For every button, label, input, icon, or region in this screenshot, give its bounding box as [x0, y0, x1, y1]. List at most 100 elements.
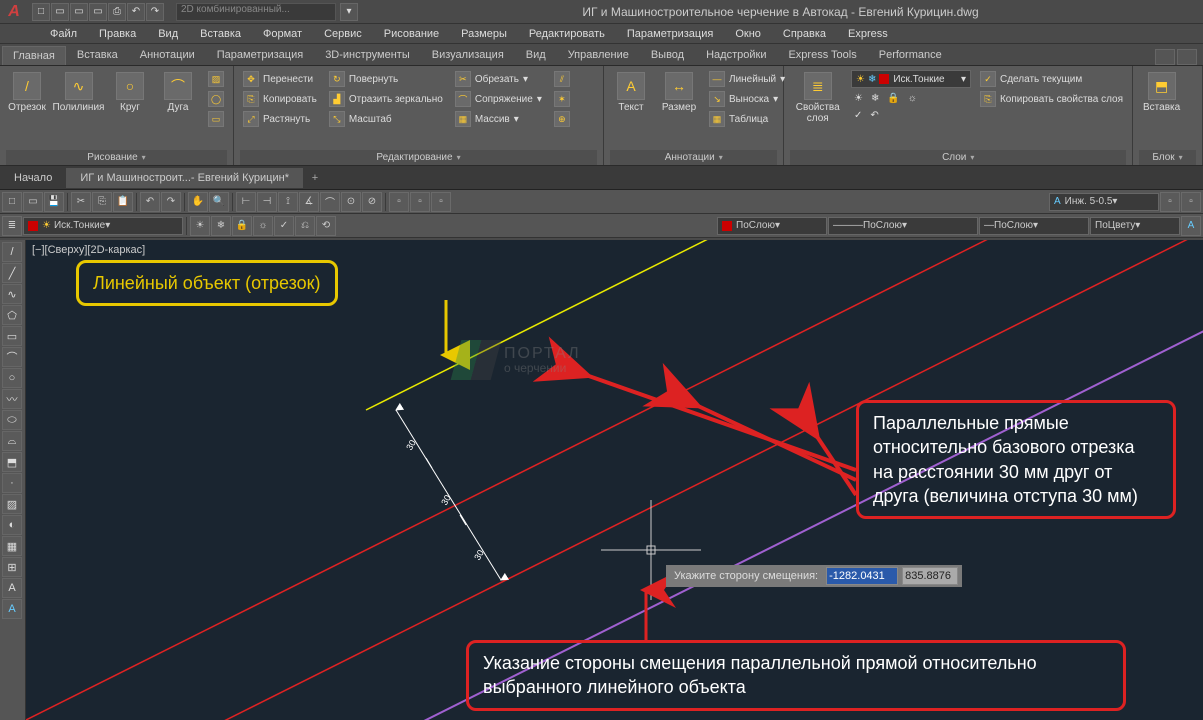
lt-line-icon[interactable]: /: [2, 242, 22, 262]
text-button[interactable]: AТекст: [610, 70, 652, 150]
trim-button[interactable]: ✂Обрезать ▾: [452, 70, 545, 88]
tb-paste-icon[interactable]: 📋: [113, 192, 133, 212]
draw-extra-1[interactable]: ▨: [205, 70, 227, 88]
lt-ellipse-icon[interactable]: ⬭: [2, 410, 22, 430]
lt-polygon-icon[interactable]: ⬠: [2, 305, 22, 325]
tb-dim4-icon[interactable]: ∡: [299, 192, 319, 212]
menu-insert[interactable]: Вставка: [190, 26, 251, 42]
tb-pan-icon[interactable]: ✋: [188, 192, 208, 212]
doc-tab-active[interactable]: ИГ и Машиностроит...- Евгений Курицин*: [66, 168, 303, 188]
app-logo[interactable]: A: [0, 0, 28, 24]
tb-new-icon[interactable]: □: [2, 192, 22, 212]
ribbon-tab-manage[interactable]: Управление: [557, 45, 640, 65]
rotate-button[interactable]: ↻Повернуть: [326, 70, 446, 88]
move-button[interactable]: ✥Перенести: [240, 70, 320, 88]
modify-ex1[interactable]: ⫽: [551, 70, 573, 88]
prompt-y-input[interactable]: [902, 567, 958, 585]
ribbon-minimize-icon[interactable]: [1155, 49, 1175, 65]
lt-table-icon[interactable]: ⊞: [2, 557, 22, 577]
panel-annotation-title[interactable]: Аннотации: [610, 150, 777, 165]
layer-props-button[interactable]: ≣Свойства слоя: [790, 70, 845, 150]
linetype-combo[interactable]: ——— ПоСлою ▾: [828, 217, 978, 235]
menu-view[interactable]: Вид: [148, 26, 188, 42]
draw-extra-3[interactable]: ▭: [205, 110, 227, 128]
qat-saveas-icon[interactable]: ▭: [89, 3, 107, 21]
tb-redo-icon[interactable]: ↷: [161, 192, 181, 212]
tb-end1-icon[interactable]: ▫: [1160, 192, 1180, 212]
drawing-canvas[interactable]: [−][Сверху][2D-каркас]: [26, 240, 1203, 720]
lt-spline-icon[interactable]: 〰: [2, 389, 22, 409]
tb-misc2-icon[interactable]: ▫: [410, 192, 430, 212]
menu-modify[interactable]: Редактировать: [519, 26, 615, 42]
modify-ex2[interactable]: ✶: [551, 90, 573, 108]
ribbon-tab-view[interactable]: Вид: [515, 45, 557, 65]
lt-gradient-icon[interactable]: ◐: [2, 515, 22, 535]
qat-new-icon[interactable]: □: [32, 3, 50, 21]
menu-window[interactable]: Окно: [725, 26, 771, 42]
tb-dim1-icon[interactable]: ⊢: [236, 192, 256, 212]
qat-undo-icon[interactable]: ↶: [127, 3, 145, 21]
plotstyle-combo[interactable]: ПоЦвету ▾: [1090, 217, 1180, 235]
tb-dim6-icon[interactable]: ⊙: [341, 192, 361, 212]
layer-off-icon[interactable]: ☼: [905, 92, 920, 105]
menu-draw[interactable]: Рисование: [374, 26, 449, 42]
tb2-layer-icon[interactable]: ≣: [2, 216, 22, 236]
ribbon-tab-addins[interactable]: Надстройки: [695, 45, 777, 65]
scale-button[interactable]: ⤡Масштаб: [326, 110, 446, 128]
menu-file[interactable]: Файл: [40, 26, 87, 42]
layer-prev-icon[interactable]: ↶: [867, 109, 881, 122]
qat-save-icon[interactable]: ▭: [70, 3, 88, 21]
tb-save-icon[interactable]: 💾: [44, 192, 64, 212]
make-current-button[interactable]: ✓Сделать текущим: [977, 70, 1126, 88]
lt-region-icon[interactable]: ▦: [2, 536, 22, 556]
leader-button[interactable]: ↘Выноска ▾: [706, 90, 788, 108]
qat-plot-icon[interactable]: ⎙: [108, 3, 126, 21]
lt-circle-icon[interactable]: ○: [2, 368, 22, 388]
stretch-button[interactable]: ⤢Растянуть: [240, 110, 320, 128]
fillet-button[interactable]: ⌒Сопряжение ▾: [452, 90, 545, 108]
tb2-i1-icon[interactable]: ☀: [190, 216, 210, 236]
tb2-layer-combo[interactable]: ☀Иск.Тонкие ▾: [23, 217, 183, 235]
insert-block-button[interactable]: ⬒Вставка: [1139, 70, 1184, 150]
array-button[interactable]: ▦Массив ▾: [452, 110, 545, 128]
tb-end2-icon[interactable]: ▫: [1181, 192, 1201, 212]
lt-mtext-icon[interactable]: A: [2, 578, 22, 598]
lineweight-combo[interactable]: — ПоСлою ▾: [979, 217, 1089, 235]
tb2-i4-icon[interactable]: ☼: [253, 216, 273, 236]
lt-text-icon[interactable]: A: [2, 599, 22, 619]
modify-ex3[interactable]: ⊕: [551, 110, 573, 128]
qat-dropdown-icon[interactable]: ▾: [340, 3, 358, 21]
menu-dimension[interactable]: Размеры: [451, 26, 517, 42]
lt-hatch-icon[interactable]: ▨: [2, 494, 22, 514]
tb2-textstyle-icon[interactable]: A: [1181, 216, 1201, 236]
menu-help[interactable]: Справка: [773, 26, 836, 42]
ribbon-tab-parametric[interactable]: Параметризация: [206, 45, 314, 65]
tb2-i2-icon[interactable]: ❄: [211, 216, 231, 236]
ribbon-tab-express[interactable]: Express Tools: [777, 45, 867, 65]
color-combo[interactable]: ПоСлою ▾: [717, 217, 827, 235]
tb-open-icon[interactable]: ▭: [23, 192, 43, 212]
panel-layers-title[interactable]: Слои: [790, 150, 1126, 165]
tb-dim7-icon[interactable]: ⊘: [362, 192, 382, 212]
lt-xline-icon[interactable]: ╱: [2, 263, 22, 283]
qat-redo-icon[interactable]: ↷: [146, 3, 164, 21]
copy-layer-props-button[interactable]: ⎘Копировать свойства слоя: [977, 90, 1126, 108]
menu-express[interactable]: Express: [838, 26, 898, 42]
copy-button[interactable]: ⎘Копировать: [240, 90, 320, 108]
arc-button[interactable]: ⌒Дуга: [157, 70, 199, 150]
linear-dim-button[interactable]: —Линейный ▾: [706, 70, 788, 88]
menu-tools[interactable]: Сервис: [314, 26, 372, 42]
tb-zoom-icon[interactable]: 🔍: [209, 192, 229, 212]
layer-freeze-icon[interactable]: ❄: [868, 92, 882, 105]
polyline-button[interactable]: ∿Полилиния: [54, 70, 103, 150]
ribbon-tab-insert[interactable]: Вставка: [66, 45, 129, 65]
mirror-button[interactable]: ▟Отразить зеркально: [326, 90, 446, 108]
menu-format[interactable]: Формат: [253, 26, 312, 42]
doc-tab-start[interactable]: Начало: [0, 168, 66, 188]
panel-block-title[interactable]: Блок: [1139, 150, 1196, 165]
ribbon-tab-output[interactable]: Вывод: [640, 45, 695, 65]
ribbon-tab-annotate[interactable]: Аннотации: [129, 45, 206, 65]
lt-point-icon[interactable]: ·: [2, 473, 22, 493]
tb-misc1-icon[interactable]: ▫: [389, 192, 409, 212]
layer-combo[interactable]: ☀❄Иск.Тонкие▾: [851, 70, 971, 88]
